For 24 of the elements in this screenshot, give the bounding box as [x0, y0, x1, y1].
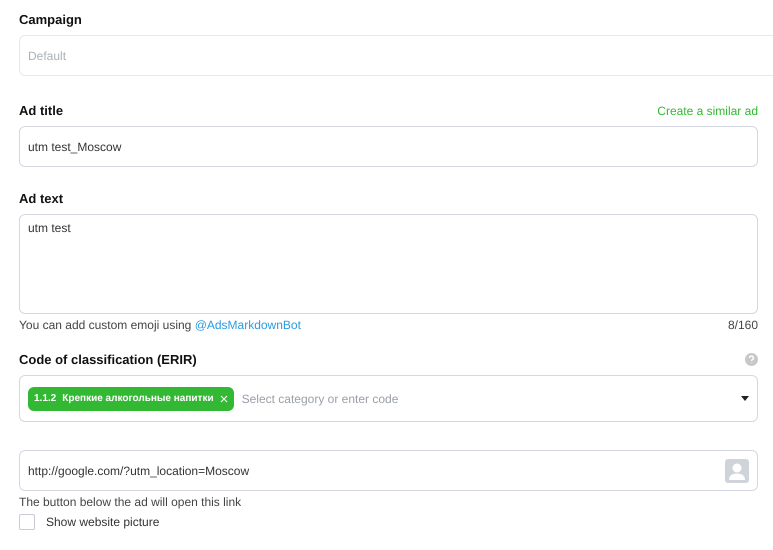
char-counter: 8/160: [728, 318, 758, 332]
ad-title-field[interactable]: utm test_Moscow: [19, 126, 758, 167]
field-label: Ad title: [19, 103, 64, 118]
url-value: http://google.com/?utm_location=Moscow: [28, 464, 250, 478]
checkbox[interactable]: [19, 514, 35, 530]
bot-link[interactable]: @AdsMarkdownBot: [194, 318, 301, 332]
ad-text-field[interactable]: utm test: [19, 214, 758, 314]
select-placeholder: Select category or enter code: [242, 392, 400, 406]
similar-ad-link[interactable]: Create a similar ad: [657, 104, 758, 118]
campaign-field[interactable]: Default: [19, 35, 773, 76]
hint-text: The button below the ad will open this link: [19, 495, 242, 509]
field-label: Code of classification (ERIR): [19, 352, 197, 367]
caret-icon[interactable]: [741, 396, 749, 401]
help-icon[interactable]: [745, 353, 758, 366]
close-icon[interactable]: [220, 394, 228, 402]
field-label: Campaign: [19, 12, 82, 27]
avatar-icon: [725, 458, 749, 482]
checkbox-label: Show website picture: [46, 515, 160, 529]
tag-code: 1.1.2: [34, 393, 56, 404]
field-label: Ad text: [19, 191, 64, 206]
hint-text: You can add custom emoji using @AdsMarkdownBot: [19, 318, 301, 332]
tag-name: Крепкие алкогольные напитки: [62, 393, 214, 404]
classification-select[interactable]: 1.1.2 Крепкие алкогольные напитки Select category or enter code: [19, 375, 758, 422]
url-field[interactable]: http://google.com/?utm_location=Moscow: [19, 450, 758, 491]
